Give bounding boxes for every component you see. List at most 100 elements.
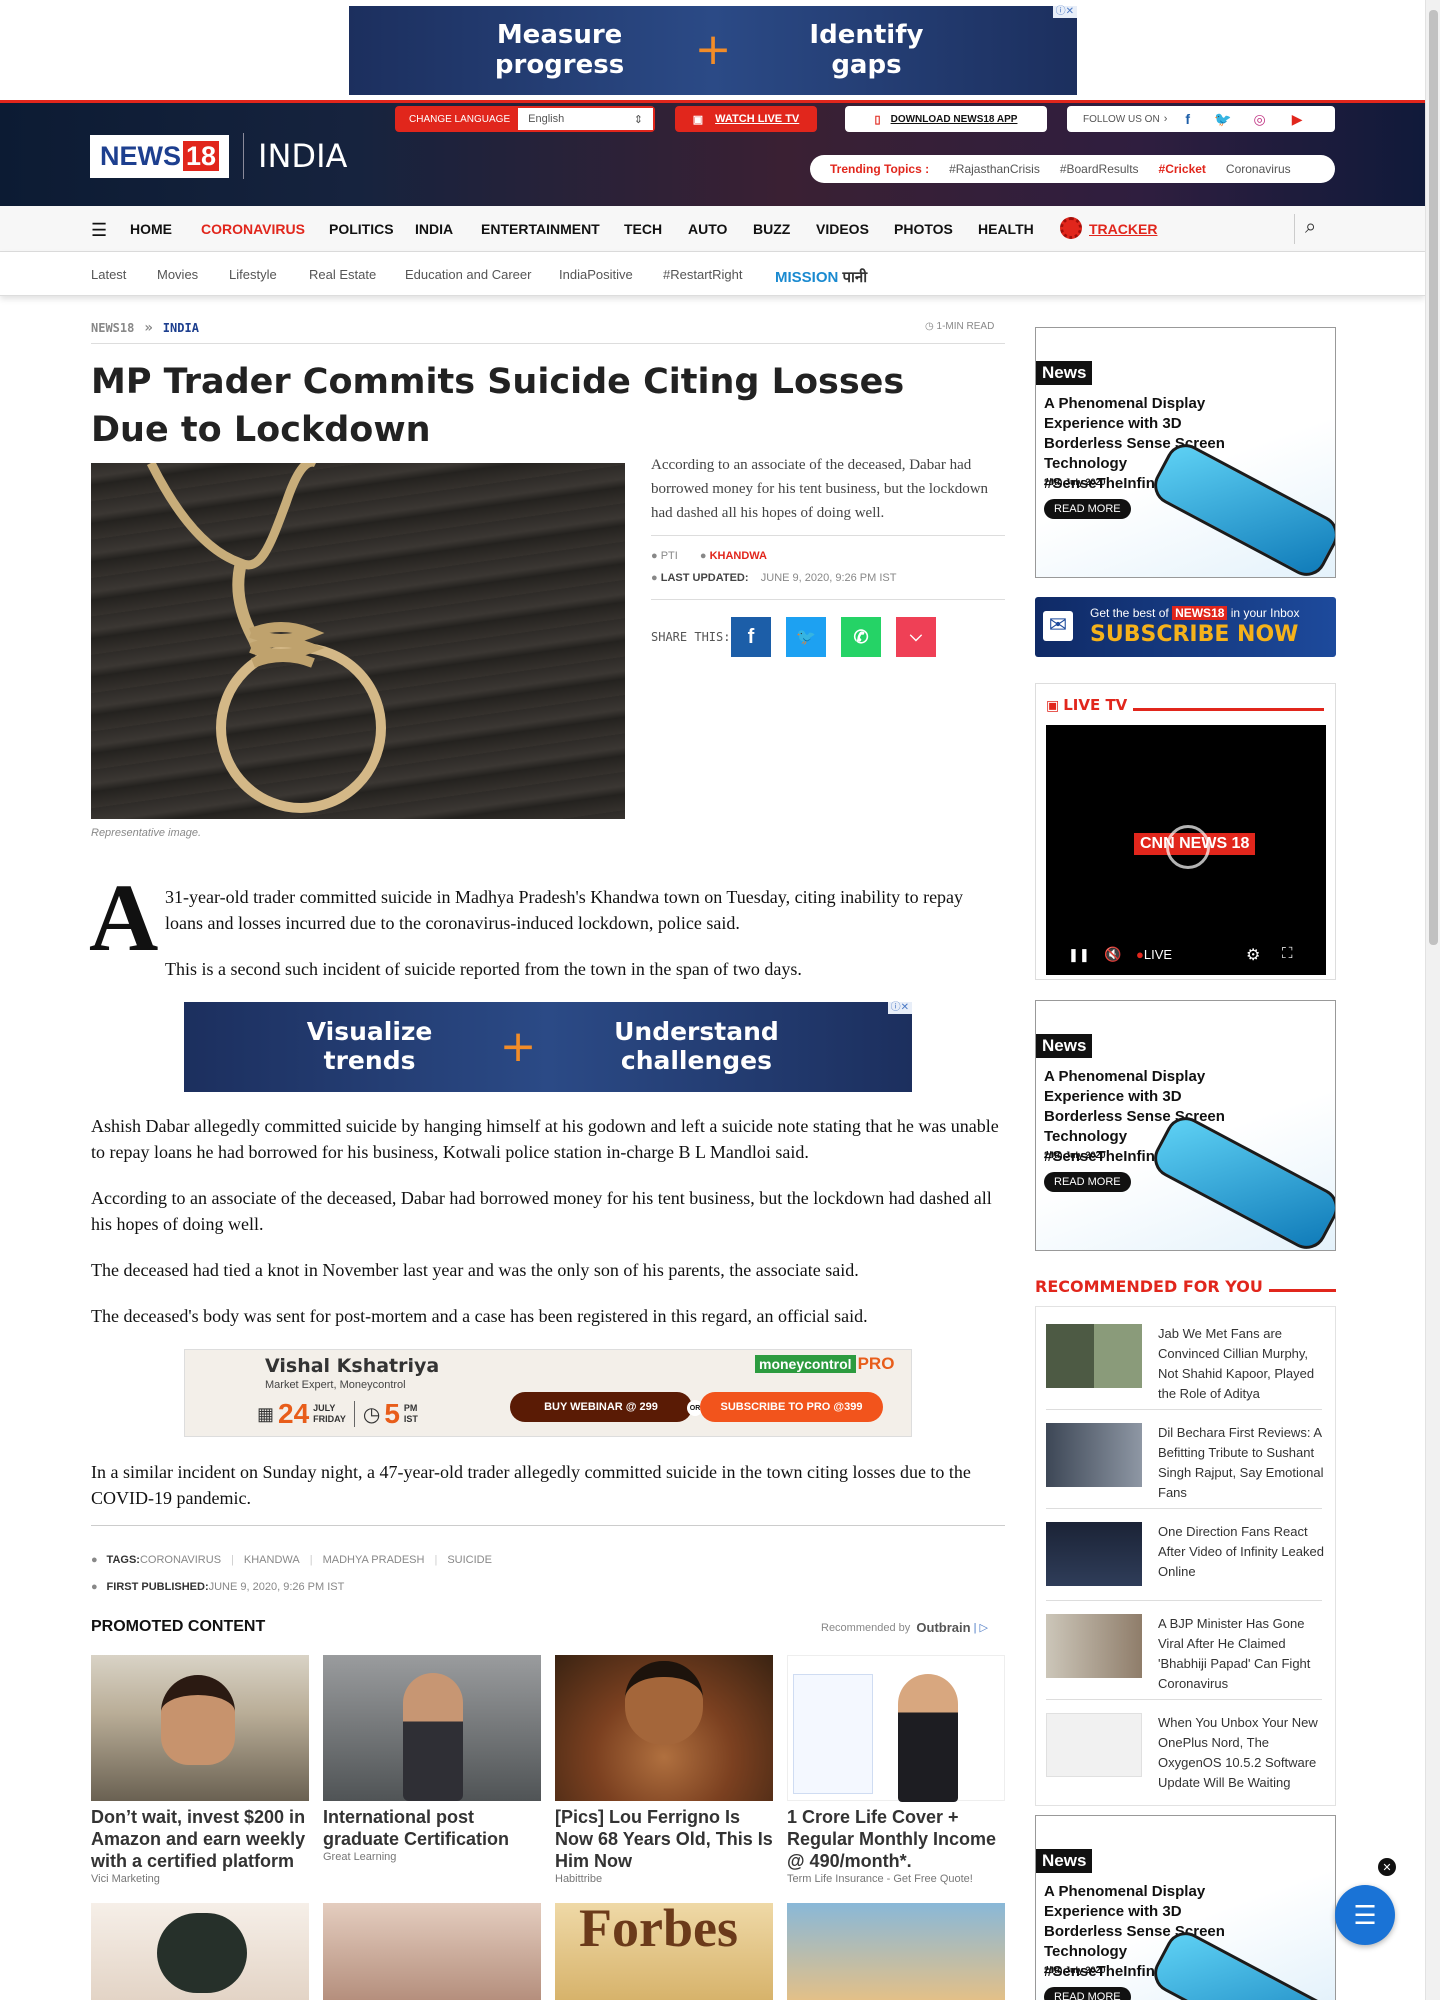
whatsapp-icon: ✆ <box>853 626 869 647</box>
nav-item-videos[interactable]: VIDEOS <box>816 221 869 237</box>
tag-link[interactable]: MADHYA PRADESH <box>323 1554 425 1566</box>
settings-gear-icon[interactable]: ⚙ <box>1246 945 1260 965</box>
promo-headline-4[interactable]: 1 Crore Life Cover + Regular Monthly Inc… <box>787 1806 1007 1872</box>
nav-item-home[interactable]: HOME <box>130 221 172 237</box>
promo-image-3[interactable] <box>555 1655 773 1801</box>
hamburger-menu-icon[interactable]: ☰ <box>91 220 107 241</box>
pause-icon[interactable]: ❚❚ <box>1068 947 1090 963</box>
read-time: ◷ 1-MIN READ <box>925 321 995 332</box>
trending-item[interactable]: Coronavirus <box>1226 162 1291 176</box>
outbrain-badge[interactable]: Recommended by Outbrain | ▷ <box>821 1620 988 1635</box>
mute-icon[interactable]: 🔇 <box>1104 946 1121 963</box>
hair-image <box>157 1913 247 1993</box>
share-facebook-button[interactable]: f <box>731 617 771 657</box>
sidebar-ad-2[interactable]: News A Phenomenal Display Experience wit… <box>1035 1000 1336 1251</box>
rec-divider <box>1046 1508 1322 1509</box>
nav-item-tracker[interactable]: TRACKER <box>1089 221 1157 237</box>
subnav-item[interactable]: Movies <box>157 267 198 282</box>
read-more-button[interactable]: READ MORE <box>1044 499 1131 519</box>
promo-headline-2[interactable]: International post graduate Certificatio… <box>323 1806 543 1850</box>
search-icon[interactable]: ⌕ <box>1305 216 1316 239</box>
subnav-item[interactable]: Education and Career <box>405 267 531 282</box>
trending-item[interactable]: #BoardResults <box>1060 162 1139 176</box>
follow-us-bar: FOLLOW US ON › f 🐦 ◎ ▶ <box>1067 106 1335 132</box>
promo-image-2[interactable] <box>323 1655 541 1801</box>
plus-icon: + <box>499 1020 537 1072</box>
twitter-icon[interactable]: 🐦 <box>1214 111 1231 128</box>
live-tv-header: ▣ LIVE TV <box>1046 696 1324 714</box>
language-picker[interactable]: CHANGE LANGUAGE English ⇕ <box>395 106 655 132</box>
rec-divider <box>1046 1409 1322 1410</box>
promo-image-6[interactable] <box>323 1903 541 2000</box>
site-logo[interactable]: NEWS 18 INDIA <box>90 133 347 179</box>
nav-item-buzz[interactable]: BUZZ <box>753 221 790 237</box>
subnav-item[interactable]: Real Estate <box>309 267 376 282</box>
share-twitter-button[interactable]: 🐦 <box>786 617 826 657</box>
subnav-item[interactable]: Latest <box>91 267 126 282</box>
tag-link[interactable]: SUICIDE <box>447 1554 492 1566</box>
breadcrumb-section[interactable]: INDIA <box>163 321 199 335</box>
mail-icon: ✉ <box>1043 611 1073 641</box>
promo-headline-1[interactable]: Don’t wait, invest $200 in Amazon and ea… <box>91 1806 311 1872</box>
watch-live-button[interactable]: ▣ WATCH LIVE TV <box>675 106 817 132</box>
promo-image-7[interactable]: Forbes <box>555 1898 773 2000</box>
ad-choices-icon[interactable]: ⓘ✕ <box>887 1002 912 1014</box>
ad-choices-icon[interactable]: ⓘ✕ <box>1052 6 1077 18</box>
nav-item-coronavirus[interactable]: CORONAVIRUS <box>201 221 305 237</box>
mid-article-ad[interactable]: Visualize trends + Understand challenges… <box>184 1002 912 1092</box>
nav-item-tech[interactable]: TECH <box>624 221 662 237</box>
fullscreen-icon[interactable]: ⛶ <box>1282 945 1293 962</box>
download-app-button[interactable]: ▯ DOWNLOAD NEWS18 APP <box>845 106 1047 132</box>
promo-image-5[interactable] <box>91 1903 309 2000</box>
drop-cap: A <box>89 864 159 971</box>
rec-divider <box>1046 1600 1322 1601</box>
noose-rope-image <box>146 463 386 813</box>
instagram-icon[interactable]: ◎ <box>1253 111 1265 128</box>
article-image <box>91 463 625 819</box>
mission-paani-link[interactable]: MISSION पानी <box>775 267 867 287</box>
read-more-button[interactable]: READ MORE <box>1044 1172 1131 1192</box>
share-pocket-button[interactable]: ⌵ <box>896 617 936 657</box>
buy-webinar-button[interactable]: BUY WEBINAR @ 299 <box>510 1392 692 1422</box>
youtube-icon[interactable]: ▶ <box>1292 111 1303 128</box>
nav-item-politics[interactable]: POLITICS <box>329 221 394 237</box>
subscribe-banner[interactable]: ✉ Get the best of NEWS18 in your Inbox S… <box>1035 597 1336 657</box>
facebook-icon[interactable]: f <box>1185 111 1190 127</box>
chat-button[interactable]: ☰ <box>1335 1885 1395 1945</box>
promo-image-8[interactable] <box>787 1903 1005 2000</box>
language-select[interactable]: English ⇕ <box>518 108 653 130</box>
promo-image-1[interactable] <box>91 1655 309 1801</box>
nav-item-auto[interactable]: AUTO <box>688 221 727 237</box>
subnav-item[interactable]: #RestartRight <box>663 267 742 282</box>
ad-badge: News <box>1036 1849 1093 1873</box>
nav-item-photos[interactable]: PHOTOS <box>894 221 953 237</box>
subnav-item[interactable]: IndiaPositive <box>559 267 633 282</box>
promo-headline-3[interactable]: [Pics] Lou Ferrigno Is Now 68 Years Old,… <box>555 1806 775 1872</box>
nav-item-india[interactable]: INDIA <box>415 221 453 237</box>
scrollbar-thumb[interactable] <box>1429 10 1438 945</box>
nav-item-entertainment[interactable]: ENTERTAINMENT <box>481 221 600 237</box>
tag-link[interactable]: CORONAVIRUS <box>140 1554 221 1566</box>
scrollbar[interactable] <box>1425 0 1440 2000</box>
moneycontrol-ad[interactable]: Vishal Kshatriya Market Expert, Moneycon… <box>184 1349 912 1437</box>
read-more-button[interactable]: READ MORE <box>1044 1987 1131 2000</box>
nav-item-health[interactable]: HEALTH <box>978 221 1034 237</box>
clock-icon: ◷ <box>925 321 934 332</box>
tag-link[interactable]: KHANDWA <box>244 1554 300 1566</box>
logo-divider <box>243 133 245 179</box>
location-link[interactable]: KHANDWA <box>710 550 767 562</box>
chat-close-icon[interactable]: ✕ <box>1378 1858 1396 1876</box>
sidebar-ad-1[interactable]: News A Phenomenal Display Experience wit… <box>1035 327 1336 578</box>
video-player[interactable]: CNN NEWS 18 ❚❚ 🔇 ●LIVE ⚙ ⛶ <box>1046 725 1326 975</box>
breadcrumb-home[interactable]: NEWS18 <box>91 321 134 335</box>
promo-image-4[interactable] <box>787 1655 1005 1802</box>
summary-divider <box>651 535 1005 536</box>
subscribe-pro-button[interactable]: SUBSCRIBE TO PRO @399 <box>700 1392 883 1422</box>
subnav-item[interactable]: Lifestyle <box>229 267 277 282</box>
top-banner-ad[interactable]: Measure progress + Identify gaps ⓘ✕ <box>349 6 1077 95</box>
promoted-title: PROMOTED CONTENT <box>91 1618 266 1635</box>
trending-item[interactable]: #Cricket <box>1159 162 1206 176</box>
sidebar-ad-3[interactable]: News A Phenomenal Display Experience wit… <box>1035 1815 1336 2000</box>
trending-item[interactable]: #RajasthanCrisis <box>949 162 1040 176</box>
share-whatsapp-button[interactable]: ✆ <box>841 617 881 657</box>
